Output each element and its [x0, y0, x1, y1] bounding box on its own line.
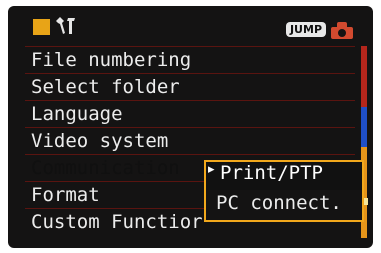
selection-marker-icon: ▸: [208, 162, 215, 177]
option-pc-connect-label: PC connect.: [216, 192, 342, 214]
menu-item-file-numbering[interactable]: File numbering: [25, 46, 355, 73]
camera-menu-screen: JUMP File numbering Select folder Langua…: [8, 6, 373, 248]
option-print-ptp[interactable]: ▸ Print/PTP: [206, 162, 362, 190]
jump-button[interactable]: JUMP: [286, 22, 326, 37]
camera-icon: [331, 22, 353, 39]
menu-item-select-folder[interactable]: Select folder: [25, 73, 355, 100]
menu-item-video-system[interactable]: Video system: [25, 127, 355, 154]
scrollbar-blue-segment: [361, 107, 367, 147]
wrench-icon[interactable]: [53, 15, 81, 37]
menu-item-language[interactable]: Language: [25, 100, 355, 127]
menu-header: JUMP: [8, 6, 373, 40]
menu-tab-yellow[interactable]: [33, 19, 50, 35]
communication-options-popup: ▸ Print/PTP PC connect.: [204, 160, 364, 222]
option-pc-connect[interactable]: PC connect.: [206, 192, 362, 220]
option-print-ptp-label: Print/PTP: [220, 162, 323, 184]
